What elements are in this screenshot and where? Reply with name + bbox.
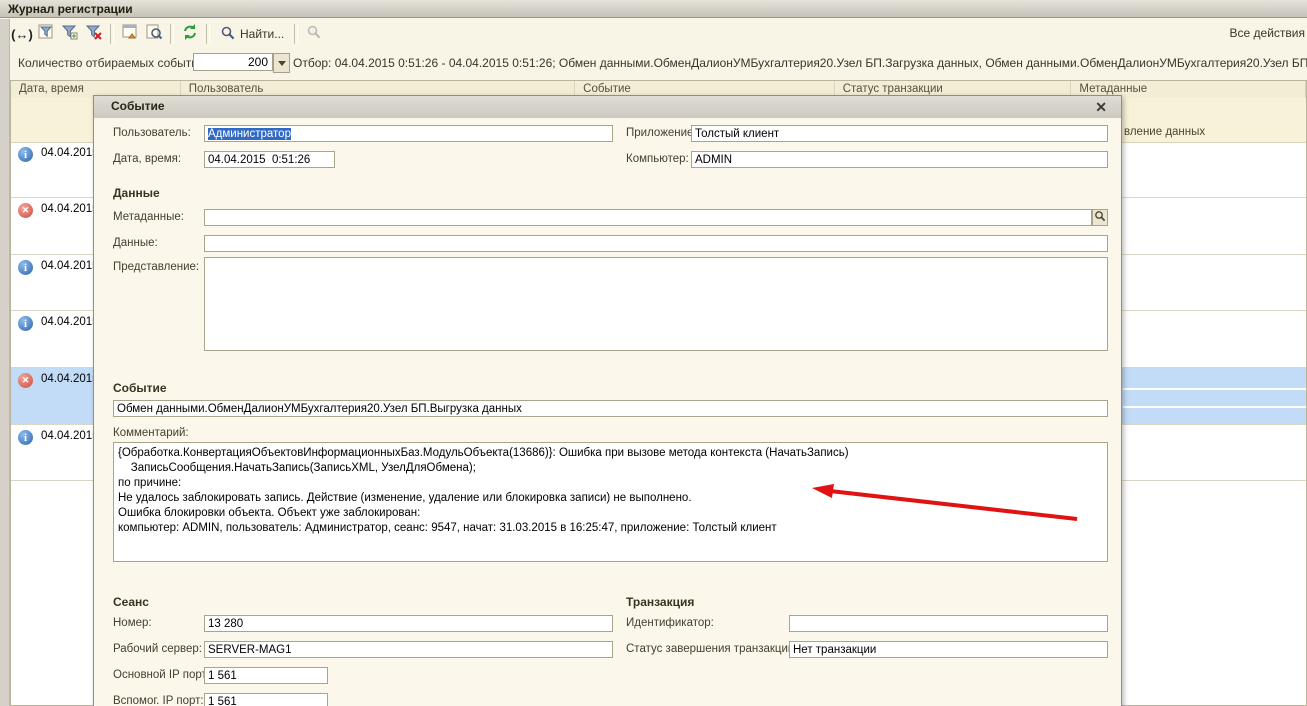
filter-settings-button[interactable] <box>59 23 81 45</box>
window-left-edge <box>0 19 10 706</box>
event-section-title: Событие <box>113 381 167 395</box>
metadata-label: Метаданные: <box>113 211 184 223</box>
event-dialog: Событие ✕ Пользователь: Администратор Пр… <box>93 95 1122 706</box>
cancel-find-button[interactable] <box>303 23 325 45</box>
info-icon: i <box>18 430 33 445</box>
find-icon <box>220 25 236 44</box>
server-label: Рабочий сервер: <box>113 643 202 655</box>
open-event-icon <box>121 23 139 46</box>
toolbar-separator <box>110 24 114 44</box>
chevron-down-icon <box>278 61 286 66</box>
computer-field[interactable]: ADMIN <box>691 151 1108 168</box>
toolbar-separator <box>206 24 210 44</box>
all-actions-button[interactable]: Все действия <box>1230 26 1305 40</box>
comment-field[interactable]: {Обработка.КонвертацияОбъектовИнформацио… <box>113 442 1108 562</box>
refresh-button[interactable] <box>179 23 201 45</box>
datetime-label: Дата, время: <box>113 153 181 165</box>
presentation-field[interactable] <box>204 257 1108 351</box>
session-number-label: Номер: <box>113 617 152 629</box>
info-icon: i <box>18 260 33 275</box>
metadata-field[interactable] <box>204 209 1092 226</box>
aux-port-label: Вспомог. IP порт: <box>113 695 204 706</box>
user-label: Пользователь: <box>113 127 191 139</box>
toolbar-separator <box>170 24 174 44</box>
info-icon: i <box>18 147 33 162</box>
find-button-label: Найти... <box>240 27 284 41</box>
view-data-icon <box>145 23 163 46</box>
metadata-lookup-button[interactable] <box>1092 209 1108 226</box>
row-date: 04.04.2015 <box>41 203 99 215</box>
user-value: Администратор <box>208 128 291 140</box>
refresh-icon <box>181 23 199 46</box>
filter-summary: Отбор: 04.04.2015 0:51:26 - 04.04.2015 0… <box>293 56 1307 70</box>
application-label: Приложение: <box>626 127 697 139</box>
error-icon: ✕ <box>18 203 33 218</box>
computer-label: Компьютер: <box>626 153 689 165</box>
user-field[interactable]: Администратор <box>204 125 613 142</box>
magnifier-icon <box>1094 209 1106 227</box>
grid-hairline <box>1123 406 1306 408</box>
comment-line: Ошибка блокировки объекта. Объект уже за… <box>114 506 1107 521</box>
filter-settings-icon <box>61 23 79 46</box>
datetime-field[interactable]: 04.04.2015 0:51:26 <box>204 151 335 168</box>
toolbar-separator <box>294 24 298 44</box>
count-dropdown-button[interactable] <box>273 53 290 73</box>
comment-label: Комментарий: <box>113 427 189 439</box>
clear-filter-button[interactable] <box>83 23 105 45</box>
clear-filter-icon <box>85 23 103 46</box>
grid-hairline <box>1123 388 1306 390</box>
comment-line: ЗаписьСообщения.НачатьЗапись(ЗаписьXML, … <box>114 461 1107 476</box>
server-field[interactable]: SERVER-MAG1 <box>204 641 613 658</box>
set-filter-icon <box>37 23 55 46</box>
session-number-field[interactable]: 13 280 <box>204 615 613 632</box>
comment-line: компьютер: ADMIN, пользователь: Админист… <box>114 521 1107 536</box>
session-section-title: Сеанс <box>113 595 149 609</box>
transaction-section-title: Транзакция <box>626 595 694 609</box>
data-field[interactable] <box>204 235 1108 252</box>
main-port-field[interactable]: 1 561 <box>204 667 328 684</box>
count-input[interactable]: 200 <box>193 53 273 71</box>
transaction-id-field[interactable] <box>789 615 1108 632</box>
metadata-partial-text: вление данных <box>1124 126 1205 138</box>
presentation-label: Представление: <box>113 261 199 273</box>
cancel-find-icon <box>306 24 322 45</box>
interval-icon: (↔) <box>11 27 33 42</box>
row-date: 04.04.2015 <box>41 430 99 442</box>
window-title: Журнал регистрации <box>0 0 1307 18</box>
find-button[interactable]: Найти... <box>214 25 290 44</box>
aux-port-field[interactable]: 1 561 <box>204 693 328 706</box>
count-label: Количество отбираемых событий: <box>18 56 208 70</box>
main-port-label: Основной IP порт: <box>113 669 210 681</box>
dialog-title: Событие <box>94 96 1121 118</box>
comment-line: по причине: <box>114 476 1107 491</box>
row-date: 04.04.2015 <box>41 373 99 385</box>
event-field[interactable]: Обмен данными.ОбменДалионУМБухгалтерия20… <box>113 400 1108 417</box>
view-data-button[interactable] <box>143 23 165 45</box>
row-date: 04.04.2015 <box>41 316 99 328</box>
application-field[interactable]: Толстый клиент <box>691 125 1108 142</box>
row-date: 04.04.2015 <box>41 147 99 159</box>
row-date: 04.04.2015 <box>41 260 99 272</box>
data-label: Данные: <box>113 237 158 249</box>
open-event-button[interactable] <box>119 23 141 45</box>
close-icon[interactable]: ✕ <box>1095 98 1107 116</box>
error-icon: ✕ <box>18 373 33 388</box>
comment-line: Не удалось заблокировать запись. Действи… <box>114 491 1107 506</box>
transaction-status-field[interactable]: Нет транзакции <box>789 641 1108 658</box>
info-icon: i <box>18 316 33 331</box>
interval-button[interactable]: (↔) <box>11 23 33 45</box>
event-log-window: Журнал регистрации (↔) <box>0 0 1307 706</box>
transaction-status-label: Статус завершения транзакции: <box>626 643 798 655</box>
data-section-title: Данные <box>113 186 160 200</box>
transaction-id-label: Идентификатор: <box>626 617 714 629</box>
params-row: Количество отбираемых событий: 200 Отбор… <box>0 49 1307 79</box>
set-filter-button[interactable] <box>35 23 57 45</box>
toolbar: (↔) <box>10 19 1307 49</box>
comment-line: {Обработка.КонвертацияОбъектовИнформацио… <box>114 446 1107 461</box>
